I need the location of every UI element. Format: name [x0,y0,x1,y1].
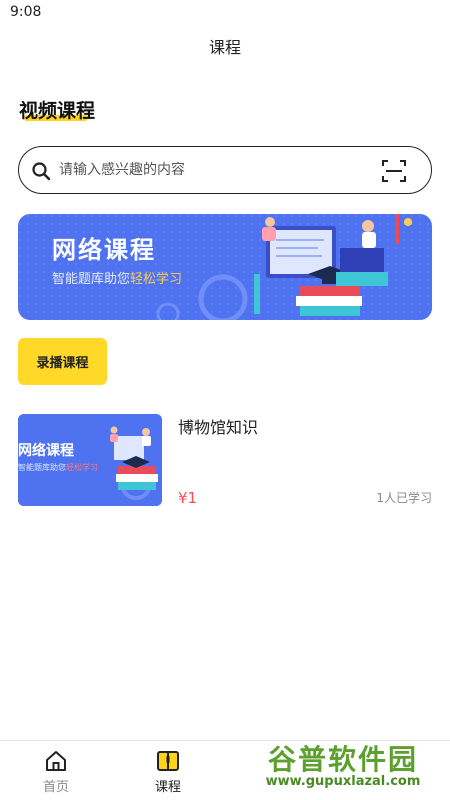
thumbnail-subtitle-prefix: 智能题库助您 [18,463,66,472]
search-box[interactable] [18,146,432,194]
tab-course[interactable]: 课程 [112,741,224,800]
watermark: 谷普软件园 www.gupuxlazal.com [238,738,448,796]
course-price: ¥1 [178,489,198,507]
scan-icon[interactable] [381,158,407,184]
page-title: 课程 [208,38,241,57]
status-time: 9:08 [10,4,42,20]
tab-home[interactable]: 首页 [0,741,112,800]
thumbnail-subtitle-highlight: 轻松学习 [66,463,98,472]
banner-subtitle-highlight: 轻松学习 [130,272,183,287]
thumbnail-illustration [18,414,162,506]
course-learner-count: 1人已学习 [376,491,432,505]
watermark-text: 谷普软件园 [267,743,418,776]
search-input[interactable] [59,157,379,183]
tab-course-label: 课程 [154,780,181,795]
thumbnail-title: 网络课程 [18,443,74,459]
list-item[interactable]: 网络课程 智能题库助您轻松学习 博物馆知识 ¥1 1人已学习 [18,414,432,508]
banner-title: 网络课程 [52,236,156,264]
watermark-url: www.gupuxlazal.com [265,774,421,789]
search-icon [32,162,51,181]
section-title: 视频课程 [19,100,96,122]
promo-banner[interactable]: 网络课程 智能题库助您轻松学习 [18,214,432,320]
home-icon [46,751,66,771]
tab-home-label: 首页 [42,780,69,795]
thumbnail-subtitle: 智能题库助您轻松学习 [18,462,98,473]
recorded-course-button[interactable]: 录播课程 [18,338,107,385]
book-icon [157,751,179,771]
course-name: 博物馆知识 [178,418,259,437]
status-bar: 9:08 [0,0,450,26]
banner-subtitle-prefix: 智能题库助您 [52,272,131,287]
banner-subtitle: 智能题库助您轻松学习 [52,268,182,287]
course-thumbnail: 网络课程 智能题库助您轻松学习 [18,414,162,506]
